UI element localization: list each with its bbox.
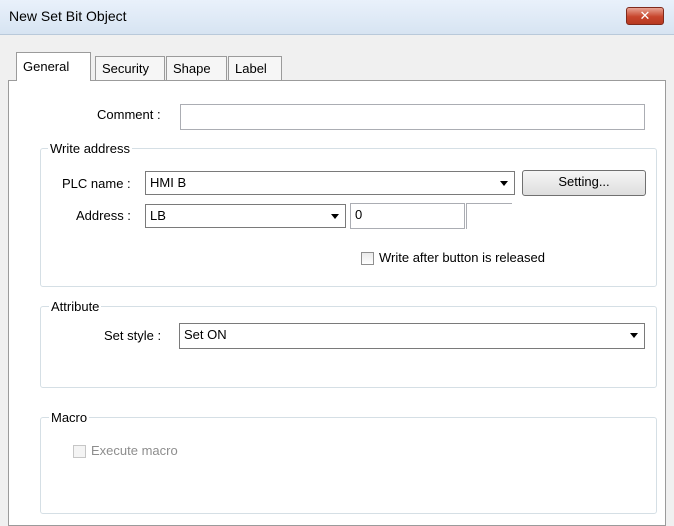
address-label: Address : — [76, 208, 131, 223]
plc-name-label: PLC name : — [62, 176, 131, 191]
plc-name-value: HMI B — [150, 175, 187, 190]
write-after-release-checkbox[interactable] — [361, 252, 374, 265]
tab-general-label: General — [23, 59, 70, 74]
tab-security[interactable]: Security — [95, 56, 165, 80]
tab-general[interactable]: General — [16, 52, 91, 81]
attribute-group-title: Attribute — [49, 299, 102, 314]
comment-label: Comment : — [97, 107, 161, 122]
set-style-value: Set ON — [184, 327, 227, 342]
address-device-select[interactable]: LB — [145, 204, 346, 228]
tab-label[interactable]: Label — [228, 56, 282, 80]
chevron-down-icon — [331, 214, 339, 219]
set-style-select[interactable]: Set ON — [179, 323, 645, 349]
title-bar[interactable]: New Set Bit Object ✕ — [0, 0, 674, 35]
address-device-value: LB — [150, 208, 166, 223]
close-button[interactable]: ✕ — [626, 7, 664, 25]
write-address-group-title: Write address — [48, 141, 132, 156]
set-bit-object-dialog: New Set Bit Object ✕ General Security Sh… — [0, 0, 674, 526]
write-after-release-label: Write after button is released — [379, 250, 545, 265]
tab-shape[interactable]: Shape — [166, 56, 227, 80]
tab-shape-label: Shape — [173, 61, 211, 76]
address-extra-field[interactable] — [466, 203, 512, 229]
comment-input[interactable] — [180, 104, 645, 130]
write-address-group — [40, 148, 657, 287]
close-icon: ✕ — [639, 8, 651, 23]
macro-group-title: Macro — [49, 410, 90, 425]
plc-name-select[interactable]: HMI B — [145, 171, 515, 195]
window-title: New Set Bit Object — [9, 8, 127, 24]
execute-macro-label: Execute macro — [91, 443, 178, 458]
execute-macro-checkbox[interactable] — [73, 445, 86, 458]
tab-security-label: Security — [102, 61, 149, 76]
address-input[interactable]: 0 — [350, 203, 465, 229]
set-style-label: Set style : — [104, 328, 162, 343]
chevron-down-icon — [630, 333, 638, 338]
chevron-down-icon — [500, 181, 508, 186]
tab-label-label: Label — [235, 61, 267, 76]
setting-button[interactable]: Setting... — [522, 170, 646, 196]
macro-group — [40, 417, 657, 514]
